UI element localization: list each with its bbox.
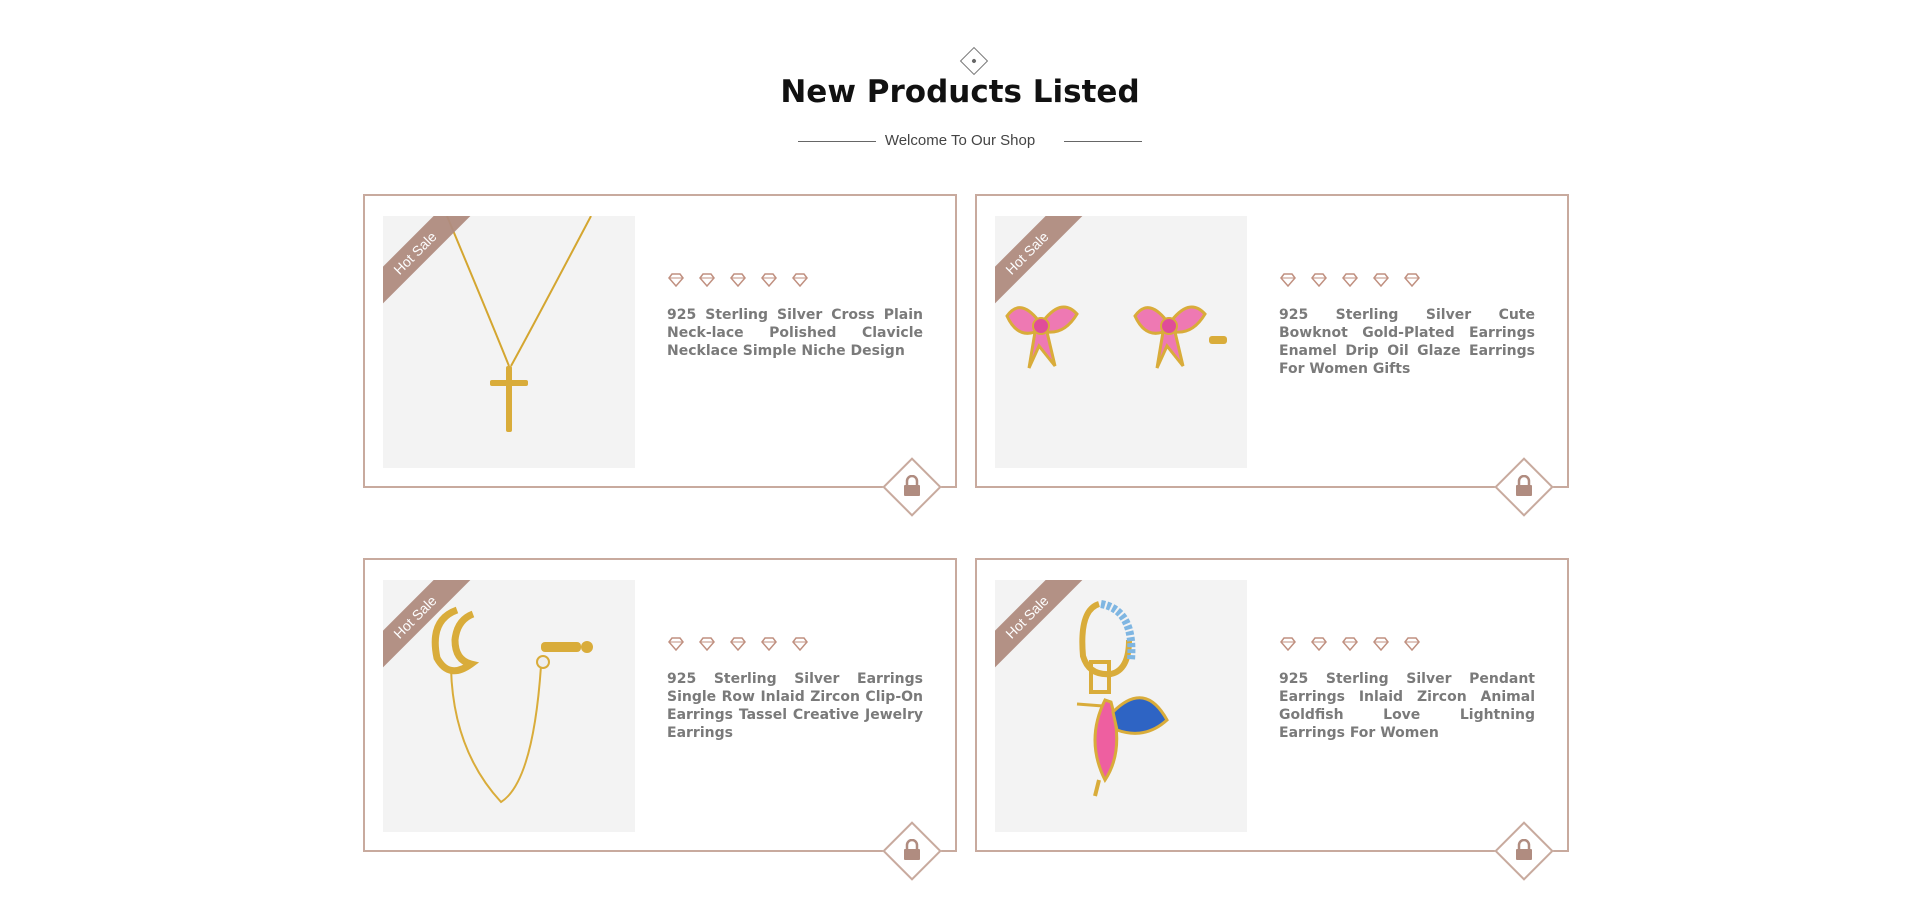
subtitle-row: Welcome To Our Shop bbox=[0, 130, 1920, 152]
diamond-icon bbox=[698, 636, 716, 655]
lock-bag-icon bbox=[1516, 839, 1532, 860]
diamond-icon bbox=[1341, 636, 1359, 655]
diamond-icon bbox=[1341, 272, 1359, 291]
diamond-icon bbox=[1403, 272, 1421, 291]
lock-bag-icon bbox=[904, 839, 920, 860]
diamond-icon bbox=[667, 272, 685, 291]
product-card[interactable]: Hot Sale 925 Sterling Silver Cute Bowkno… bbox=[975, 194, 1569, 488]
product-image[interactable]: Hot Sale bbox=[995, 216, 1247, 468]
lock-bag-icon bbox=[1516, 475, 1532, 496]
diamond-icon bbox=[760, 272, 778, 291]
section-header: New Products Listed Welcome To Our Shop bbox=[0, 0, 1920, 160]
diamond-icon bbox=[667, 636, 685, 655]
diamond-icon bbox=[791, 272, 809, 291]
lock-bag-icon bbox=[904, 475, 920, 496]
rating-row bbox=[1279, 272, 1429, 290]
diamond-icon bbox=[1310, 272, 1328, 291]
product-name[interactable]: 925 Sterling Silver Cute Bowknot Gold-Pl… bbox=[1279, 306, 1535, 378]
rating-row bbox=[667, 272, 817, 290]
diamond-icon bbox=[1279, 272, 1297, 291]
product-image[interactable]: Hot Sale bbox=[383, 216, 635, 468]
diamond-icon bbox=[791, 636, 809, 655]
product-name[interactable]: 925 Sterling Silver Earrings Single Row … bbox=[667, 670, 923, 742]
diamond-icon bbox=[1310, 636, 1328, 655]
product-image[interactable]: Hot Sale bbox=[995, 580, 1247, 832]
diamond-icon bbox=[1279, 636, 1297, 655]
diamond-icon bbox=[760, 636, 778, 655]
diamond-icon bbox=[698, 272, 716, 291]
diamond-icon bbox=[1403, 636, 1421, 655]
diamond-icon bbox=[1372, 272, 1390, 291]
rating-row bbox=[667, 636, 817, 654]
product-image[interactable]: Hot Sale bbox=[383, 580, 635, 832]
diamond-ornament-icon bbox=[959, 46, 989, 76]
diamond-icon bbox=[729, 636, 747, 655]
product-card[interactable]: Hot Sale 925 Sterling Silver Earrings Si… bbox=[363, 558, 957, 852]
section-title: New Products Listed bbox=[780, 74, 1140, 110]
product-name[interactable]: 925 Sterling Silver Cross Plain Neck-lac… bbox=[667, 306, 923, 360]
product-name[interactable]: 925 Sterling Silver Pendant Earrings Inl… bbox=[1279, 670, 1535, 742]
divider-right bbox=[1064, 141, 1142, 142]
product-card[interactable]: Hot Sale 925 Sterling Silver Pendant Ear… bbox=[975, 558, 1569, 852]
product-card[interactable]: Hot Sale 925 Sterling Silver Cross Plain… bbox=[363, 194, 957, 488]
rating-row bbox=[1279, 636, 1429, 654]
diamond-icon bbox=[729, 272, 747, 291]
section-subtitle: Welcome To Our Shop bbox=[884, 132, 1036, 149]
diamond-icon bbox=[1372, 636, 1390, 655]
